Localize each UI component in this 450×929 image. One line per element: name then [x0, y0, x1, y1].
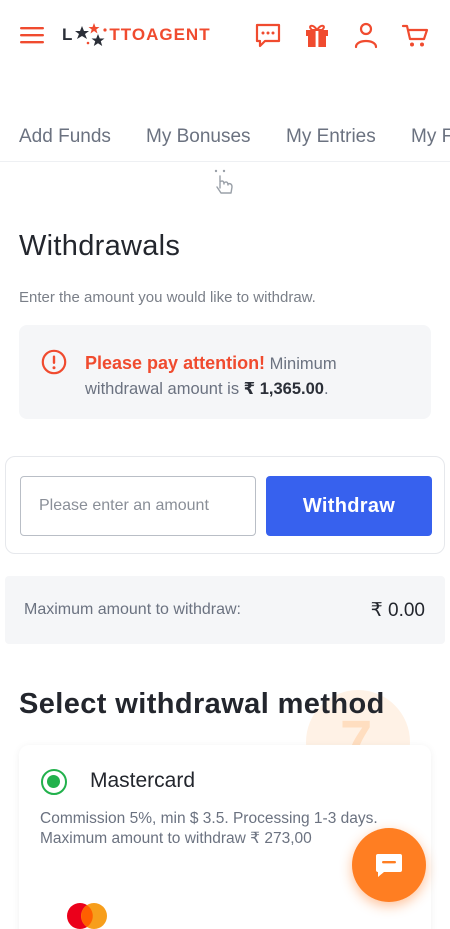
- logo-stars-icon: [75, 23, 107, 46]
- notice-amount: ₹ 1,365.00: [243, 380, 324, 398]
- method-max: Maximum amount to withdraw ₹ 273,00: [40, 830, 312, 847]
- logo-text: TTOAGENT: [109, 25, 211, 44]
- amount-input[interactable]: [20, 476, 256, 536]
- notice-end: .: [323, 380, 329, 398]
- method-name: Mastercard: [90, 769, 196, 792]
- tab-my-bonuses[interactable]: My Bonuses: [146, 126, 251, 148]
- swipe-hand-icon: [214, 169, 233, 194]
- notice-attention: Please pay attention!: [85, 353, 266, 373]
- chat-bubble-icon: [376, 854, 402, 877]
- cart-icon[interactable]: [401, 21, 429, 49]
- alert-icon: [41, 349, 67, 375]
- logo[interactable]: L TTOAGENT: [62, 20, 211, 50]
- withdrawals-page: L TTOAGENT Add Funds My Bonuses My Entri…: [0, 0, 450, 929]
- logo-letter-l: L: [62, 25, 74, 44]
- min-withdrawal-notice: Please pay attention! Minimum withdrawal…: [19, 325, 431, 419]
- withdraw-button[interactable]: Withdraw: [266, 476, 432, 536]
- withdraw-form: Withdraw: [5, 456, 445, 554]
- method-radio[interactable]: [41, 769, 67, 795]
- top-header: L TTOAGENT: [0, 0, 450, 70]
- methods-title: Select withdrawal method: [19, 688, 385, 720]
- max-amount-bar: Maximum amount to withdraw: ₹ 0.00: [5, 576, 445, 644]
- chat-icon[interactable]: [254, 21, 282, 49]
- method-info: Commission 5%, min $ 3.5. Processing 1-3…: [40, 809, 400, 849]
- account-tabs: Add Funds My Bonuses My Entries My F: [0, 118, 450, 162]
- notice-text: Please pay attention! Minimum withdrawal…: [85, 351, 415, 402]
- user-icon[interactable]: [352, 21, 380, 49]
- max-amount-value: ₹ 0.00: [370, 600, 425, 621]
- tab-add-funds[interactable]: Add Funds: [19, 126, 111, 148]
- mastercard-logo-icon: [67, 903, 107, 929]
- tab-my-profile[interactable]: My F: [411, 126, 450, 148]
- live-chat-button[interactable]: [352, 828, 426, 902]
- tab-my-entries[interactable]: My Entries: [286, 126, 376, 148]
- gift-icon[interactable]: [303, 21, 331, 49]
- page-subtitle: Enter the amount you would like to withd…: [19, 289, 316, 306]
- method-commission: Commission 5%, min $ 3.5. Processing 1-3…: [40, 810, 378, 827]
- menu-icon[interactable]: [20, 26, 44, 44]
- max-amount-label: Maximum amount to withdraw:: [24, 601, 241, 618]
- page-title: Withdrawals: [19, 230, 181, 262]
